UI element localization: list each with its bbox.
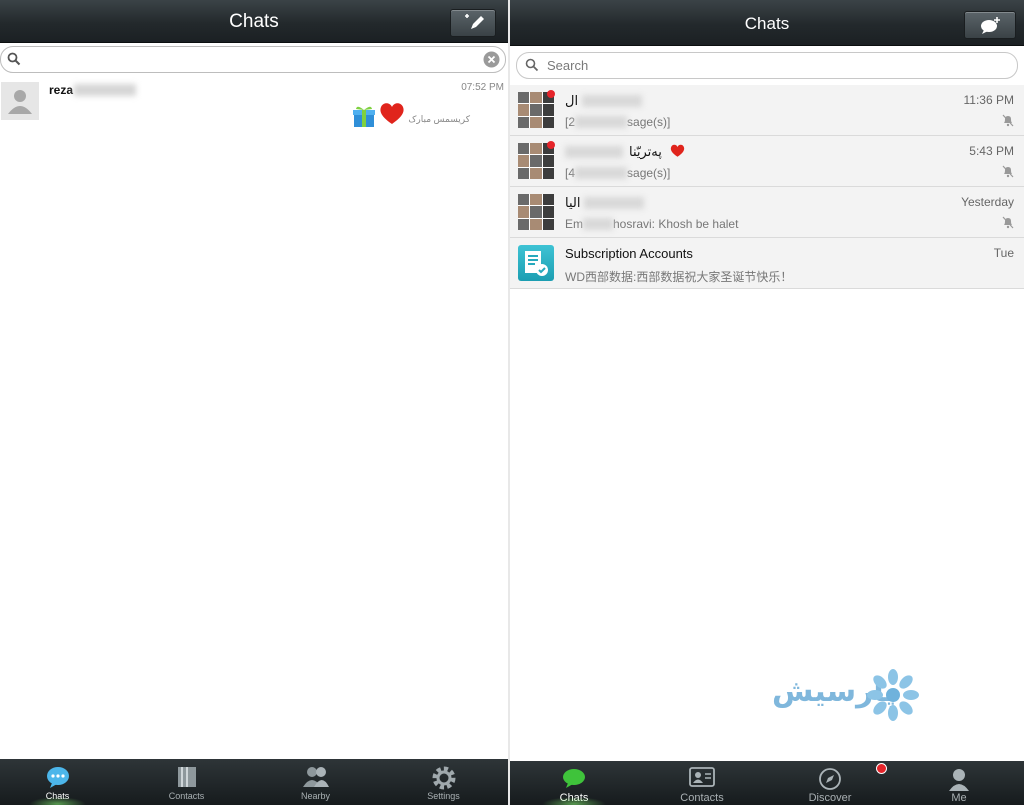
chat-bubble-icon (563, 769, 585, 788)
mute-bell-icon (1002, 216, 1014, 229)
left-page-title: Chats (229, 11, 279, 32)
chat-time: 11:36 PM (963, 93, 1014, 107)
compose-pencil-icon (465, 14, 484, 29)
right-tab-label: Chats (559, 792, 589, 804)
people-icon (302, 767, 329, 787)
left-tab-label: Settings (427, 791, 460, 801)
chat-list-item[interactable]: reza 07:52 PM کریسمس مبارک (0, 78, 508, 128)
chat-preview: Em hosravi: Khosh be halet (565, 217, 739, 231)
discover-badge (876, 763, 887, 774)
left-tab-label: Chats (45, 791, 70, 801)
search-icon (7, 52, 21, 66)
mute-bell-icon (1002, 165, 1014, 178)
search-placeholder: Search (547, 58, 589, 73)
chat-preview: [2 sage(s)] (565, 115, 671, 129)
unread-badge (547, 141, 555, 149)
compose-button[interactable] (450, 9, 496, 37)
clear-search-icon[interactable] (483, 51, 500, 68)
default-person-icon (8, 90, 32, 114)
contact-card-icon (689, 767, 715, 787)
heart-emoji-icon (380, 103, 404, 124)
right-screen: Chats Search ال [2 sage(s)] 11:36 PM پەت… (510, 0, 1024, 805)
chat-preview: [4 sage(s)] (565, 166, 671, 180)
right-tab-contacts[interactable]: Contacts (638, 761, 766, 805)
flower-logo-icon (867, 669, 919, 721)
person-icon (949, 769, 969, 791)
chat-time: 5:43 PM (969, 144, 1014, 158)
search-icon (525, 58, 539, 72)
left-tab-settings[interactable]: Settings (386, 759, 501, 805)
left-tab-contacts[interactable]: Contacts (129, 759, 244, 805)
chat-contact-name: reza (49, 83, 137, 97)
right-tab-label: Me (951, 792, 967, 804)
chat-name: پەتریّنا (565, 144, 685, 160)
chat-time: Yesterday (961, 195, 1014, 209)
avatar (1, 82, 39, 120)
right-tab-me[interactable]: Me (894, 761, 1024, 805)
unread-badge (547, 90, 555, 98)
compass-icon (819, 768, 841, 790)
right-tab-label: Contacts (680, 792, 724, 804)
left-title-bar: Chats (0, 0, 508, 43)
chat-name: ال (565, 93, 643, 109)
left-tab-chats[interactable]: Chats (0, 759, 115, 805)
chat-list-item[interactable]: Subscription Accounts WD西部数据:西部数据祝大家圣诞节快… (510, 238, 1024, 289)
gift-emoji-icon (353, 106, 375, 127)
left-tab-nearby[interactable]: Nearby (258, 759, 373, 805)
contacts-book-icon (177, 767, 196, 787)
chat-list-item[interactable]: پەتریّنا [4 sage(s)] 5:43 PM (510, 136, 1024, 187)
news-check-icon (525, 251, 548, 276)
right-bottom-tab-bar: Chats Contacts Discover Me (510, 761, 1024, 805)
chat-list: ال [2 sage(s)] 11:36 PM پەتریّنا [4 sage(s… (510, 85, 1024, 289)
subscription-avatar (518, 245, 554, 281)
chat-list-item[interactable]: الیا Em hosravi: Khosh be halet Yesterday (510, 187, 1024, 238)
right-page-title: Chats (744, 14, 790, 33)
left-screen: Chats reza 07:52 PM کریسمس مبارک Chats C… (0, 0, 508, 805)
chat-plus-icon (981, 17, 1000, 34)
chat-time: Tue (993, 246, 1014, 260)
right-tab-chats[interactable]: Chats (510, 761, 638, 805)
right-tab-label: Discover (808, 792, 852, 804)
heart-emoji-icon (670, 144, 684, 157)
new-chat-button[interactable] (964, 11, 1016, 39)
chat-last-message: کریسمس مبارک (408, 114, 470, 124)
left-tab-label: Nearby (300, 791, 330, 801)
left-tab-label: Contacts (168, 791, 205, 801)
right-search-input[interactable]: Search (516, 52, 1018, 79)
chat-bubble-icon (46, 767, 69, 788)
chat-preview: WD西部数据:西部数据祝大家圣诞节快乐！ (565, 270, 793, 284)
chat-time: 07:52 PM (461, 82, 504, 93)
group-avatar (518, 194, 554, 230)
chat-name: الیا (565, 195, 645, 211)
left-bottom-tab-bar: Chats Contacts Nearby Settings (0, 759, 508, 805)
mute-bell-icon (1002, 114, 1014, 127)
right-tab-discover[interactable]: Discover (766, 761, 894, 805)
left-search-input[interactable] (0, 46, 506, 73)
right-title-bar: Chats (510, 0, 1024, 46)
chat-list-item[interactable]: ال [2 sage(s)] 11:36 PM (510, 85, 1024, 136)
gear-icon (432, 766, 455, 790)
chat-name: Subscription Accounts (565, 246, 693, 261)
